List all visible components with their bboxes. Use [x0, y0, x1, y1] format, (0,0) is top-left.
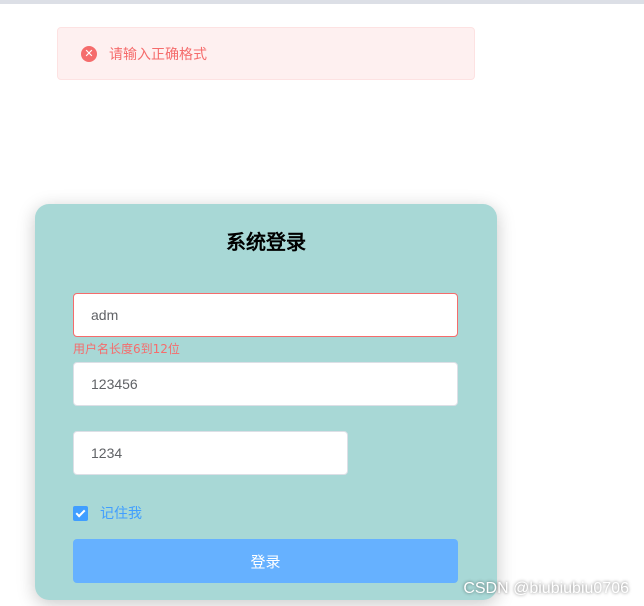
password-input[interactable]: 123456: [73, 362, 458, 406]
csdn-watermark: CSDN @biubiubiu0706: [463, 580, 629, 597]
login-card: 系统登录 adm 用户名长度6到12位 123456 1234 记住我 登录: [35, 204, 497, 600]
username-input[interactable]: adm: [73, 293, 458, 337]
login-button[interactable]: 登录: [73, 539, 458, 583]
captcha-value: 1234: [91, 445, 123, 461]
password-value: 123456: [91, 376, 138, 392]
remember-me-label[interactable]: 记住我: [100, 503, 142, 523]
error-circle-icon: ✕: [81, 45, 97, 62]
top-border: [0, 0, 644, 4]
captcha-input[interactable]: 1234: [73, 431, 348, 475]
username-error-tip: 用户名长度6到12位: [73, 342, 180, 356]
username-value: adm: [91, 307, 119, 323]
remember-me-checkbox[interactable]: 记住我: [73, 503, 142, 523]
checkbox-checked-icon[interactable]: [73, 505, 88, 521]
error-message-text: 请输入正确格式: [109, 46, 207, 63]
error-message-toast: ✕ 请输入正确格式: [57, 27, 475, 80]
login-title: 系统登录: [226, 230, 306, 254]
